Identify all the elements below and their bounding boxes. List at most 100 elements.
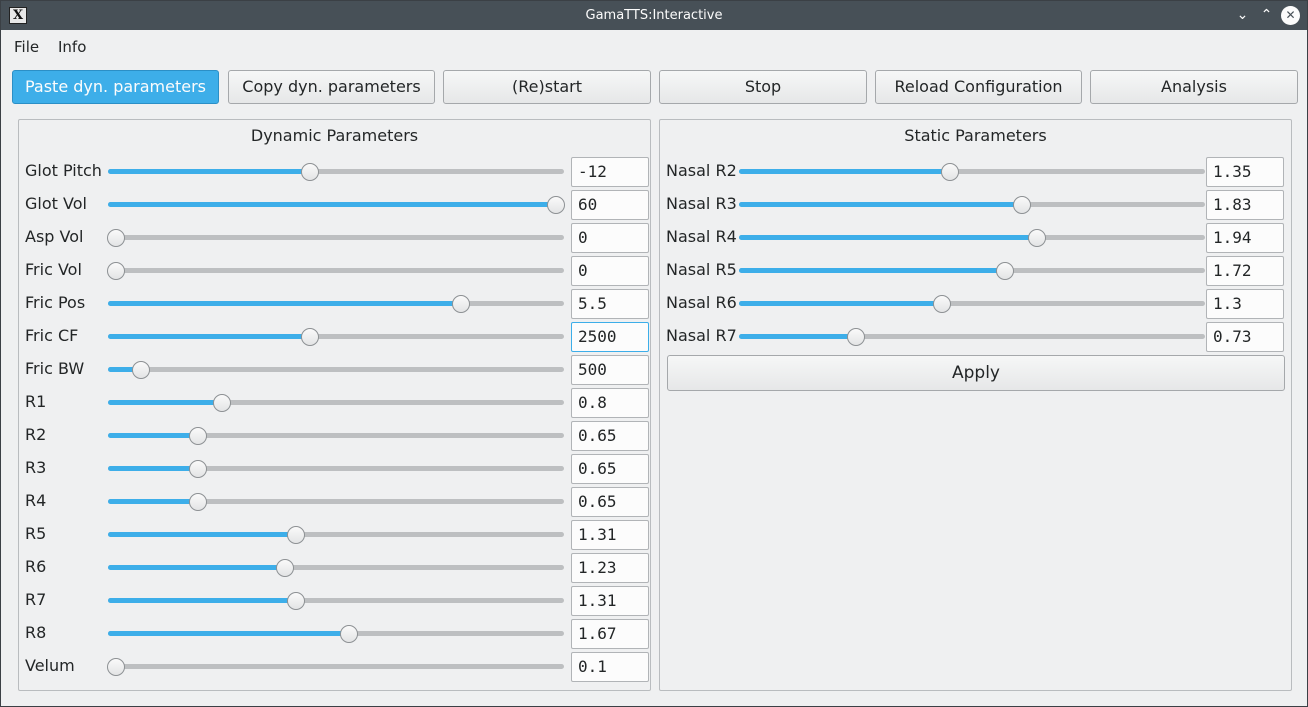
slider-handle[interactable] (995, 262, 1014, 280)
param-row-r1: R1 0.8 (25, 388, 649, 418)
slider-handle[interactable] (212, 394, 231, 412)
param-value-nasal-r5[interactable]: 1.72 (1206, 256, 1284, 286)
slider-fill (739, 301, 942, 306)
close-icon[interactable]: ✕ (1281, 6, 1300, 25)
param-value-glot-pitch[interactable]: -12 (571, 157, 649, 187)
param-slider-r5[interactable] (108, 520, 564, 550)
slider-handle[interactable] (932, 295, 951, 313)
slider-handle[interactable] (1028, 229, 1047, 247)
apply-button[interactable]: Apply (667, 355, 1285, 391)
param-value-velum[interactable]: 0.1 (571, 652, 649, 682)
window-title: GamaTTS:Interactive (585, 8, 723, 23)
slider-handle[interactable] (107, 229, 125, 247)
param-slider-fric-cf[interactable] (108, 322, 564, 352)
param-label-asp-vol: Asp Vol (25, 227, 84, 246)
param-value-r1[interactable]: 0.8 (571, 388, 649, 418)
slider-handle[interactable] (940, 163, 959, 181)
slider-handle[interactable] (107, 262, 125, 280)
reload-configuration-button[interactable]: Reload Configuration (875, 70, 1082, 104)
param-slider-nasal-r3[interactable] (739, 190, 1205, 220)
param-value-fric-cf[interactable]: 2500 (571, 322, 649, 352)
param-value-r8[interactable]: 1.67 (571, 619, 649, 649)
param-slider-nasal-r4[interactable] (739, 223, 1205, 253)
copy-dyn-parameters-button[interactable]: Copy dyn. parameters (228, 70, 435, 104)
slider-handle[interactable] (340, 625, 359, 643)
param-row-nasal-r6: Nasal R6 1.3 (666, 289, 1286, 319)
param-value-nasal-r7[interactable]: 0.73 (1206, 322, 1284, 352)
param-slider-glot-vol[interactable] (108, 190, 565, 220)
param-value-r3[interactable]: 0.65 (571, 454, 649, 484)
param-slider-r6[interactable] (108, 553, 564, 583)
param-value-r7[interactable]: 1.31 (571, 586, 649, 616)
param-slider-nasal-r2[interactable] (739, 157, 1205, 187)
slider-handle[interactable] (107, 658, 125, 676)
param-value-asp-vol[interactable]: 0 (571, 223, 649, 253)
param-slider-r7[interactable] (108, 586, 564, 616)
param-value-fric-pos[interactable]: 5.5 (571, 289, 649, 319)
param-label-r6: R6 (25, 557, 47, 576)
maximize-icon[interactable]: ⌃ (1257, 6, 1276, 25)
slider-handle[interactable] (300, 163, 319, 181)
param-value-r5[interactable]: 1.31 (571, 520, 649, 550)
slider-handle[interactable] (188, 427, 207, 445)
param-row-asp-vol: Asp Vol 0 (25, 223, 649, 253)
param-slider-r4[interactable] (108, 487, 564, 517)
slider-groove (108, 664, 564, 669)
param-slider-r1[interactable] (108, 388, 564, 418)
param-row-r7: R7 1.31 (25, 586, 649, 616)
slider-fill (739, 202, 1022, 207)
param-row-fric-cf: Fric CF 2500 (25, 322, 649, 352)
param-row-nasal-r2: Nasal R2 1.35 (666, 157, 1286, 187)
param-label-r2: R2 (25, 425, 47, 444)
dynamic-parameters-group: Dynamic Parameters Glot Pitch -12 Glot Vol… (18, 119, 651, 691)
param-slider-fric-bw[interactable] (108, 355, 564, 385)
param-row-fric-bw: Fric BW 500 (25, 355, 649, 385)
menu-file[interactable]: File (14, 38, 39, 56)
slider-handle[interactable] (547, 196, 565, 214)
param-value-nasal-r6[interactable]: 1.3 (1206, 289, 1284, 319)
param-value-fric-bw[interactable]: 500 (571, 355, 649, 385)
slider-handle[interactable] (188, 493, 207, 511)
minimize-icon[interactable]: ⌄ (1233, 6, 1252, 25)
slider-handle[interactable] (275, 559, 294, 577)
param-value-fric-vol[interactable]: 0 (571, 256, 649, 286)
slider-handle[interactable] (287, 526, 306, 544)
param-label-nasal-r6: Nasal R6 (666, 293, 737, 312)
param-value-nasal-r3[interactable]: 1.83 (1206, 190, 1284, 220)
slider-fill (108, 433, 198, 438)
param-slider-fric-vol[interactable] (107, 256, 564, 286)
param-slider-velum[interactable] (107, 652, 564, 682)
slider-handle[interactable] (847, 328, 866, 346)
param-slider-glot-pitch[interactable] (108, 157, 564, 187)
param-row-r2: R2 0.65 (25, 421, 649, 451)
stop-button[interactable]: Stop (659, 70, 867, 104)
param-slider-nasal-r6[interactable] (739, 289, 1205, 319)
param-label-glot-vol: Glot Vol (25, 194, 87, 213)
param-value-nasal-r2[interactable]: 1.35 (1206, 157, 1284, 187)
param-slider-nasal-r5[interactable] (739, 256, 1205, 286)
param-slider-r8[interactable] (108, 619, 564, 649)
slider-handle[interactable] (452, 295, 471, 313)
param-slider-nasal-r7[interactable] (739, 322, 1205, 352)
paste-dyn-parameters-button[interactable]: Paste dyn. parameters (12, 70, 219, 104)
param-slider-r3[interactable] (108, 454, 564, 484)
restart-button[interactable]: (Re)start (443, 70, 651, 104)
slider-handle[interactable] (132, 361, 151, 379)
dynamic-parameters-title: Dynamic Parameters (250, 126, 419, 145)
param-slider-r2[interactable] (108, 421, 564, 451)
param-label-nasal-r3: Nasal R3 (666, 194, 737, 213)
param-slider-fric-pos[interactable] (108, 289, 564, 319)
slider-handle[interactable] (287, 592, 306, 610)
param-value-r6[interactable]: 1.23 (571, 553, 649, 583)
slider-handle[interactable] (188, 460, 207, 478)
title-bar[interactable]: X GamaTTS:Interactive ⌄ ⌃ ✕ (1, 1, 1307, 30)
slider-handle[interactable] (1012, 196, 1031, 214)
menu-info[interactable]: Info (58, 38, 86, 56)
slider-handle[interactable] (300, 328, 319, 346)
param-slider-asp-vol[interactable] (107, 223, 564, 253)
param-value-nasal-r4[interactable]: 1.94 (1206, 223, 1284, 253)
analysis-button[interactable]: Analysis (1090, 70, 1298, 104)
param-value-glot-vol[interactable]: 60 (571, 190, 649, 220)
param-value-r2[interactable]: 0.65 (571, 421, 649, 451)
param-value-r4[interactable]: 0.65 (571, 487, 649, 517)
